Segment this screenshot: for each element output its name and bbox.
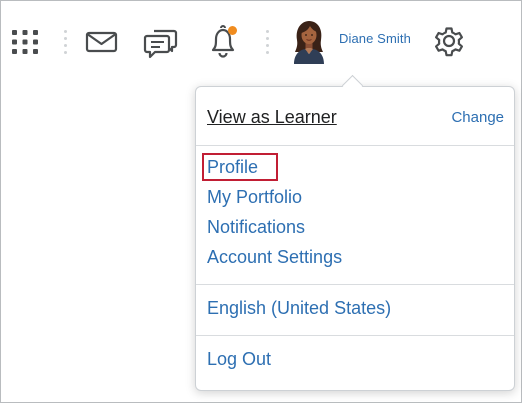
menu-item-language[interactable]: English (United States) <box>207 298 391 319</box>
menu-item-my-portfolio[interactable]: My Portfolio <box>207 187 302 208</box>
mail-icon[interactable] <box>84 28 120 56</box>
bell-icon[interactable] <box>204 22 242 60</box>
separator <box>266 30 269 54</box>
menu-item-profile[interactable]: Profile <box>207 157 258 178</box>
notification-badge <box>228 26 237 35</box>
apps-grid-icon[interactable] <box>8 27 42 57</box>
menu-item-notifications[interactable]: Notifications <box>207 217 305 238</box>
divider <box>196 284 514 285</box>
menu-item-account-settings[interactable]: Account Settings <box>207 247 342 268</box>
user-menu-dropdown: View as Learner Change Profile My Portfo… <box>195 86 515 391</box>
view-as-learner-link[interactable]: View as Learner <box>207 107 337 128</box>
avatar[interactable] <box>290 18 328 64</box>
change-link[interactable]: Change <box>451 109 504 126</box>
user-name[interactable]: Diane Smith <box>339 31 411 46</box>
divider <box>196 335 514 336</box>
chat-icon[interactable] <box>143 24 179 60</box>
gear-icon[interactable] <box>430 23 468 59</box>
separator <box>64 30 67 54</box>
navbar: Diane Smith <box>0 0 520 84</box>
menu-item-log-out[interactable]: Log Out <box>207 349 271 370</box>
divider <box>196 145 514 146</box>
